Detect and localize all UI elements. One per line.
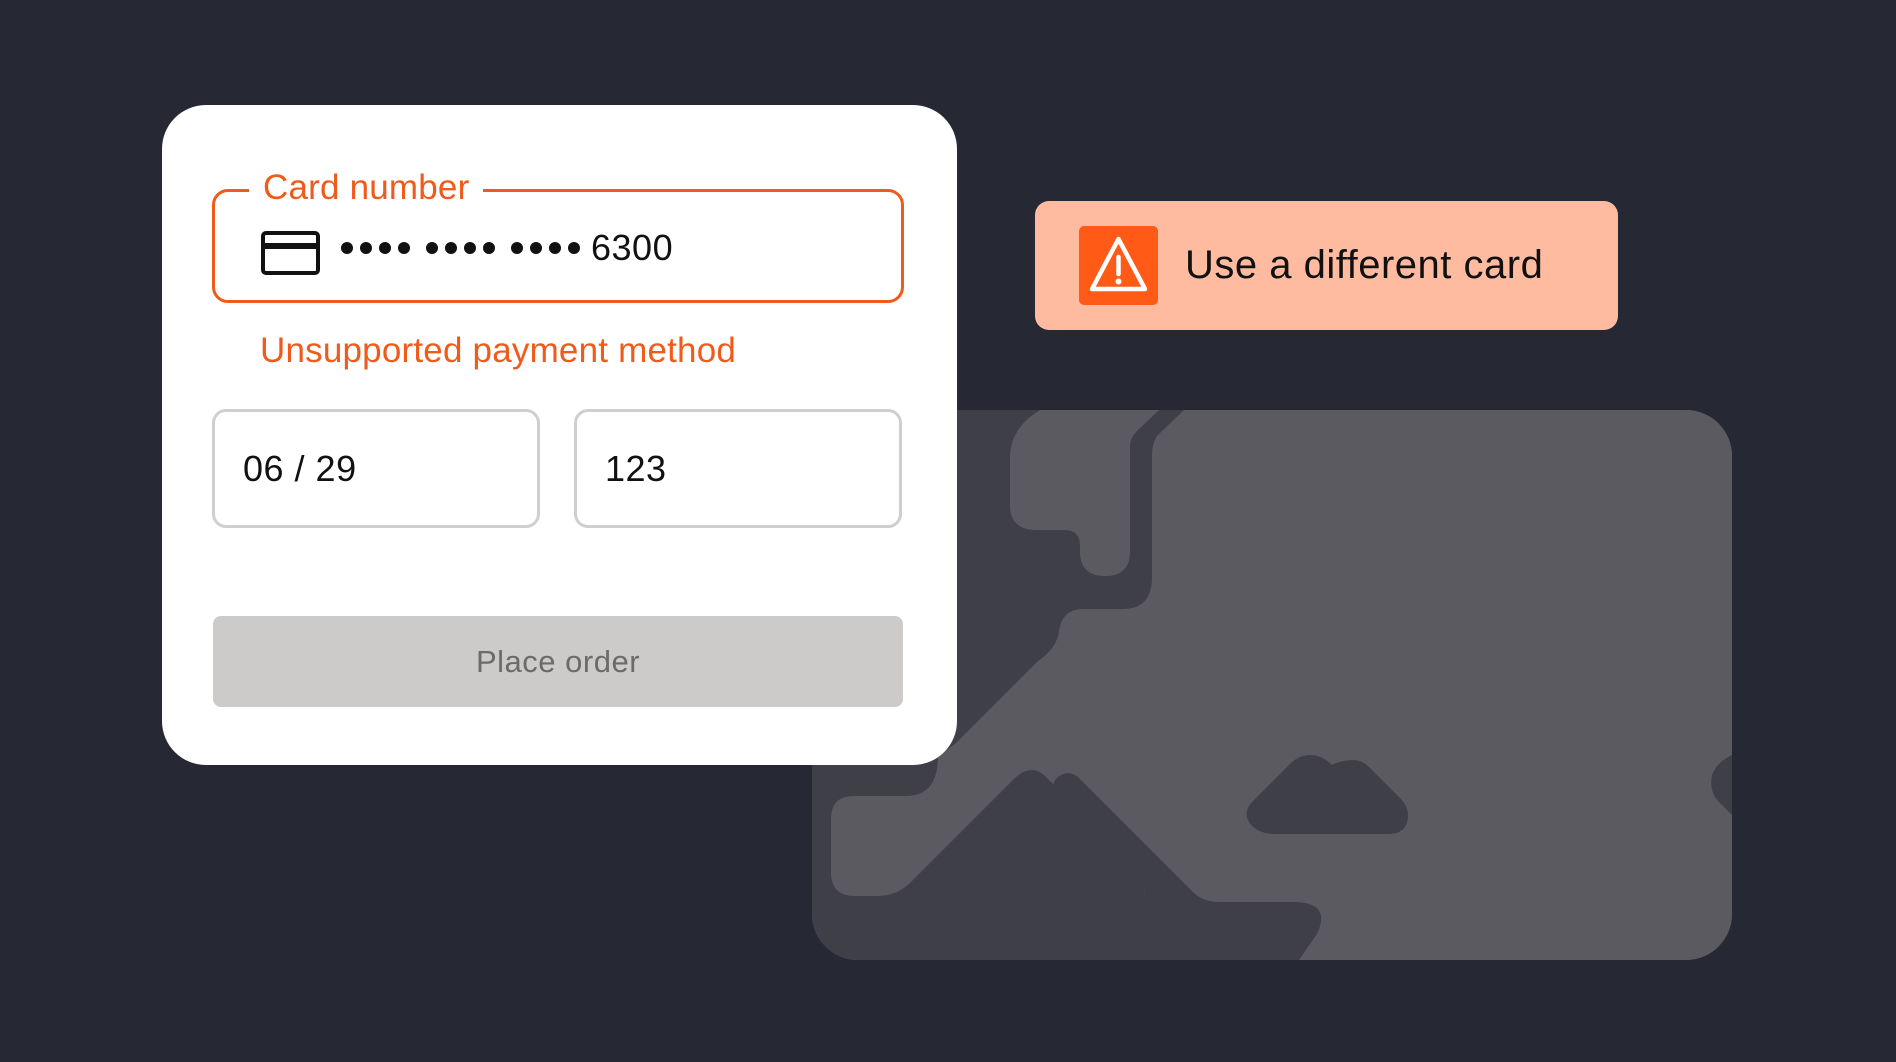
masked-digit-group xyxy=(426,242,495,254)
credit-card-icon xyxy=(261,231,320,275)
card-error-message: Unsupported payment method xyxy=(260,331,737,370)
masked-card-digits xyxy=(341,218,596,278)
toast-message: Use a different card xyxy=(1185,243,1544,287)
masked-digit-group xyxy=(511,242,580,254)
masked-digit-group xyxy=(341,242,410,254)
expiry-date-field[interactable]: 06 / 29 xyxy=(212,409,540,528)
cvc-field[interactable]: 123 xyxy=(574,409,902,528)
place-order-button[interactable]: Place order xyxy=(213,616,903,707)
card-last-four: 6300 xyxy=(591,227,674,268)
payment-form-card: Card number 6300 Unsupported payment met… xyxy=(162,105,957,765)
card-number-field[interactable]: Card number 6300 xyxy=(212,160,904,303)
warning-toast: Use a different card xyxy=(1035,201,1618,330)
card-number-label: Card number xyxy=(249,160,484,216)
warning-triangle-icon xyxy=(1079,226,1158,305)
